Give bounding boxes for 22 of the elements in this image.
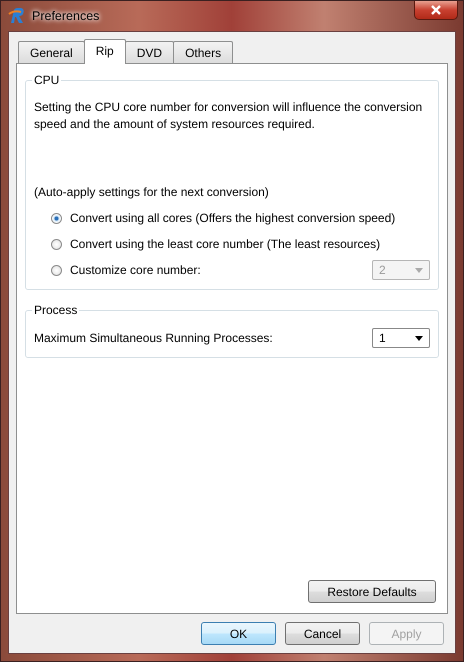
app-logo-icon: [8, 7, 26, 25]
close-icon: [430, 5, 442, 15]
tab[interactable]: Others: [173, 41, 234, 63]
dialog-button[interactable]: Cancel: [285, 622, 360, 645]
radio-option[interactable]: Customize core number:: [34, 263, 201, 277]
radio-option[interactable]: Convert using the least core number (The least resources): [34, 237, 380, 251]
description-text: Setting the CPU core number for conversion will influence the conversion speed and the amount of system resources required.: [34, 99, 424, 133]
tab[interactable]: DVD: [124, 41, 174, 63]
window-title: Preferences: [32, 9, 100, 23]
tab[interactable]: Rip: [84, 39, 126, 64]
group-title: CPU: [32, 73, 62, 87]
radio-option[interactable]: Convert using all cores (Offers the highest conversion speed): [34, 211, 396, 225]
dropdown-arrow-icon: [415, 336, 423, 340]
group-title: Process: [32, 303, 80, 317]
dialog-button[interactable]: OK: [201, 622, 276, 645]
dropdown-arrow-icon: [415, 268, 423, 272]
restore-defaults-button[interactable]: Restore Defaults: [308, 580, 436, 603]
process-count-dropdown[interactable]: 1: [372, 328, 430, 348]
close-button[interactable]: [414, 1, 458, 20]
field-label: Maximum Simultaneous Running Processes:: [34, 331, 273, 345]
tab[interactable]: General: [18, 41, 85, 63]
note-text: (Auto-apply settings for the next conversion): [34, 185, 270, 199]
